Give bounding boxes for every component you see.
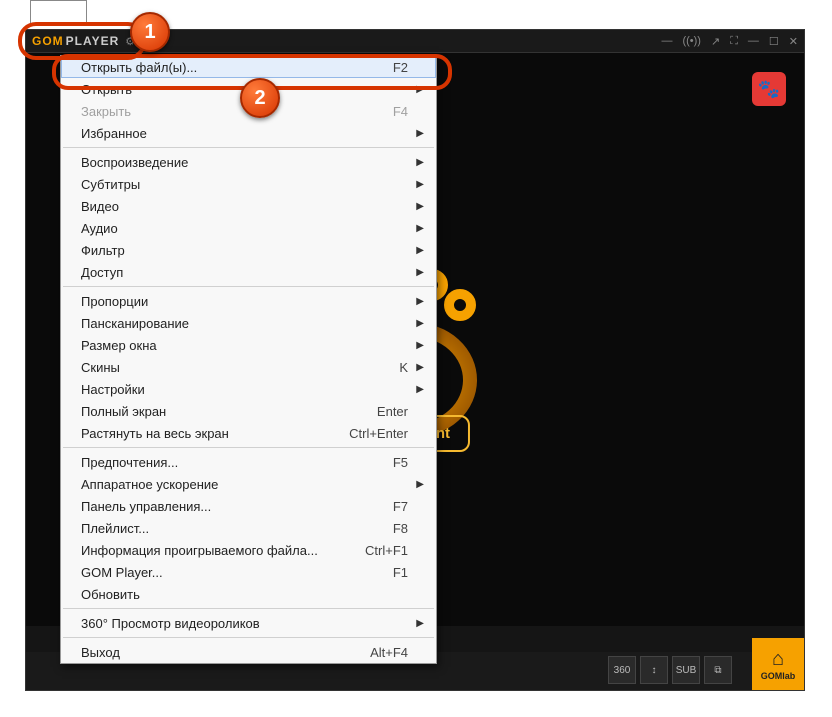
menu-item-label: Панель управления...	[81, 499, 211, 514]
menu-item-shortcut: Ctrl+F1	[365, 543, 408, 558]
menu-item-shortcut: F4	[393, 104, 408, 119]
menu-separator	[63, 637, 434, 638]
titlebar-icon-cast[interactable]: ((•))	[682, 35, 701, 47]
context-menu: Открыть файл(ы)...F2Открыть▶ЗакрытьF4Изб…	[60, 55, 437, 664]
menu-item-label: Настройки	[81, 382, 145, 397]
menu-item-label: Аудио	[81, 221, 118, 236]
titlebar-icon-pop[interactable]: ↗	[711, 35, 720, 48]
maximize-button[interactable]: ☐	[769, 35, 779, 48]
menu-item-label: Воспроизведение	[81, 155, 188, 170]
menu-item-label: Информация проигрываемого файла...	[81, 543, 318, 558]
chevron-right-icon: ▶	[416, 362, 424, 373]
menu-item-label: Аппаратное ускорение	[81, 477, 218, 492]
annotation-badge-2: 2	[240, 78, 280, 118]
menu-item-label: Обновить	[81, 587, 140, 602]
menu-about[interactable]: GOM Player... F1	[61, 561, 436, 583]
menu-item-label: Плейлист...	[81, 521, 149, 536]
menu-item-label: Выход	[81, 645, 120, 660]
chevron-right-icon: ▶	[416, 223, 424, 234]
home-label: GOMlab	[761, 671, 796, 681]
menu-item-shortcut: F1	[393, 565, 408, 580]
menu-playback[interactable]: Воспроизведение ▶	[61, 151, 436, 173]
gom-plus-badge[interactable]: 🐾	[752, 72, 786, 106]
menu-item-label: Избранное	[81, 126, 147, 141]
menu-item-shortcut: Enter	[377, 404, 408, 419]
close-button[interactable]: ✕	[789, 35, 798, 48]
menu-update[interactable]: Обновить	[61, 583, 436, 605]
menu-item-shortcut: K	[399, 360, 408, 375]
chevron-right-icon: ▶	[416, 479, 424, 490]
home-icon: ⌂	[772, 648, 784, 671]
menu-exit[interactable]: Выход Alt+F4	[61, 641, 436, 663]
menu-item-label: Пропорции	[81, 294, 148, 309]
menu-settings[interactable]: Настройки ▶	[61, 378, 436, 400]
menu-fileinfo[interactable]: Информация проигрываемого файла... Ctrl+F…	[61, 539, 436, 561]
menu-item-label: Растянуть на весь экран	[81, 426, 229, 441]
menu-playlist[interactable]: Плейлист... F8	[61, 517, 436, 539]
paw-icon: 🐾	[758, 79, 780, 100]
menu-item-label: Фильтр	[81, 243, 125, 258]
menu-360[interactable]: 360° Просмотр видеороликов ▶	[61, 612, 436, 634]
chevron-right-icon: ▶	[416, 267, 424, 278]
menu-item-shortcut: F5	[393, 455, 408, 470]
chevron-right-icon: ▶	[416, 618, 424, 629]
menu-item-label: Субтитры	[81, 177, 140, 192]
menu-fullscreen[interactable]: Полный экран Enter	[61, 400, 436, 422]
menu-aspect[interactable]: Пропорции ▶	[61, 290, 436, 312]
menu-item-label: 360° Просмотр видеороликов	[81, 616, 260, 631]
ctrl-resize-button[interactable]: ↕	[640, 656, 668, 684]
menu-item-label: Полный экран	[81, 404, 166, 419]
chevron-right-icon: ▶	[416, 318, 424, 329]
menu-item-label: Доступ	[81, 265, 123, 280]
menu-audio[interactable]: Аудио ▶	[61, 217, 436, 239]
titlebar-icon-fullscreen[interactable]: ⛶	[730, 35, 738, 48]
gomlab-home-button[interactable]: ⌂ GOMlab	[752, 638, 804, 690]
chevron-right-icon: ▶	[416, 179, 424, 190]
minimize-button[interactable]: —	[748, 35, 759, 47]
menu-skins[interactable]: Скины K ▶	[61, 356, 436, 378]
chevron-right-icon: ▶	[416, 384, 424, 395]
menu-control-panel[interactable]: Панель управления... F7	[61, 495, 436, 517]
titlebar-icon-a[interactable]: —	[661, 35, 672, 47]
menu-preferences[interactable]: Предпочтения... F5	[61, 451, 436, 473]
menu-separator	[63, 286, 434, 287]
ctrl-screenshot-button[interactable]: ⧉	[704, 656, 732, 684]
menu-separator	[63, 147, 434, 148]
menu-filter[interactable]: Фильтр ▶	[61, 239, 436, 261]
menu-item-label: Пансканирование	[81, 316, 189, 331]
menu-access[interactable]: Доступ ▶	[61, 261, 436, 283]
menu-item-shortcut: F7	[393, 499, 408, 514]
ctrl-subtitle-button[interactable]: SUB	[672, 656, 700, 684]
menu-item-shortcut: Alt+F4	[370, 645, 408, 660]
menu-hwaccel[interactable]: Аппаратное ускорение ▶	[61, 473, 436, 495]
chevron-right-icon: ▶	[416, 245, 424, 256]
chevron-right-icon: ▶	[416, 201, 424, 212]
menu-subtitles[interactable]: Субтитры ▶	[61, 173, 436, 195]
menu-item-label: Размер окна	[81, 338, 157, 353]
chevron-right-icon: ▶	[416, 157, 424, 168]
menu-video[interactable]: Видео ▶	[61, 195, 436, 217]
menu-favorites[interactable]: Избранное ▶	[61, 122, 436, 144]
annotation-badge-1: 1	[130, 12, 170, 52]
menu-item-shortcut: Ctrl+Enter	[349, 426, 408, 441]
menu-item-shortcut: F8	[393, 521, 408, 536]
chevron-right-icon: ▶	[416, 340, 424, 351]
menu-item-label: Предпочтения...	[81, 455, 178, 470]
ctrl-360-button[interactable]: 360	[608, 656, 636, 684]
menu-separator	[63, 447, 434, 448]
menu-item-label: Скины	[81, 360, 120, 375]
menu-panscan[interactable]: Пансканирование ▶	[61, 312, 436, 334]
browser-tab-stub	[30, 0, 87, 24]
menu-item-label: Видео	[81, 199, 119, 214]
menu-separator	[63, 608, 434, 609]
menu-item-label: Закрыть	[81, 104, 131, 119]
menu-winsize[interactable]: Размер окна ▶	[61, 334, 436, 356]
menu-stretch[interactable]: Растянуть на весь экран Ctrl+Enter	[61, 422, 436, 444]
menu-item-label: GOM Player...	[81, 565, 163, 580]
chevron-right-icon: ▶	[416, 128, 424, 139]
chevron-right-icon: ▶	[416, 296, 424, 307]
